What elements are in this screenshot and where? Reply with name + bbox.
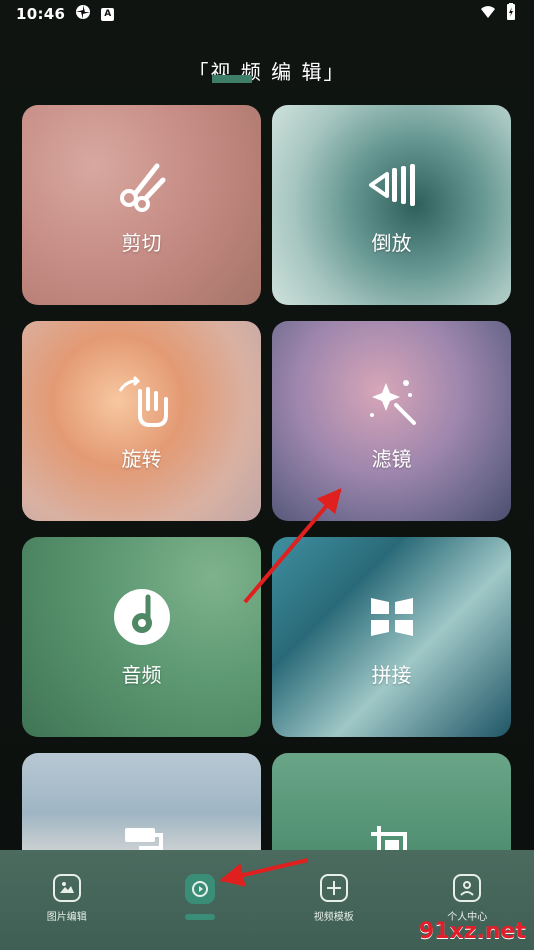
- template-icon: [319, 874, 348, 902]
- music-disc-icon: [112, 587, 172, 647]
- pinwheel-icon: [75, 4, 91, 24]
- title-underline: [212, 75, 252, 83]
- scissors-icon: [112, 155, 172, 215]
- card-label: 旋转: [121, 446, 162, 471]
- card-label: 音频: [121, 662, 162, 687]
- watermark: 91xz.net: [356, 874, 526, 944]
- grid-splice-icon: [362, 587, 422, 647]
- nav-image-edit[interactable]: 图片编辑: [17, 874, 117, 923]
- rotate-hand-icon: [112, 371, 172, 431]
- card-cut[interactable]: 剪切: [22, 105, 261, 305]
- battery-icon: [504, 3, 518, 25]
- nav-label: 视频模板: [313, 912, 354, 923]
- status-right: [480, 3, 518, 25]
- card-rotate[interactable]: 旋转: [22, 321, 261, 521]
- watermark-text: 91xz.net: [418, 919, 526, 944]
- card-reverse[interactable]: 倒放: [272, 105, 511, 305]
- status-time: 10:46: [16, 5, 66, 23]
- bottom-nav: 图片编辑 视频模板 个人中心 91xz.net: [0, 850, 534, 950]
- status-bar: 10:46 A: [0, 0, 534, 28]
- card-label: 拼接: [371, 662, 412, 687]
- nav-video-edit[interactable]: [150, 874, 250, 920]
- card-label: 剪切: [121, 230, 162, 255]
- video-edit-icon: [185, 874, 216, 904]
- status-left: 10:46 A: [16, 4, 115, 24]
- nav-label: 图片编辑: [46, 912, 87, 923]
- magic-wand-icon: [362, 371, 422, 431]
- card-filter[interactable]: 滤镜: [272, 321, 511, 521]
- active-indicator: [185, 914, 216, 920]
- card-label: 滤镜: [371, 446, 412, 471]
- card-audio[interactable]: 音频: [22, 537, 261, 737]
- status-badge: A: [101, 7, 115, 21]
- reverse-play-icon: [362, 155, 422, 215]
- image-edit-icon: [52, 874, 81, 902]
- card-label: 倒放: [371, 230, 412, 255]
- card-splice[interactable]: 拼接: [272, 537, 511, 737]
- wifi-icon: [480, 4, 496, 24]
- page-title: 「视 频 编 辑」: [188, 60, 346, 84]
